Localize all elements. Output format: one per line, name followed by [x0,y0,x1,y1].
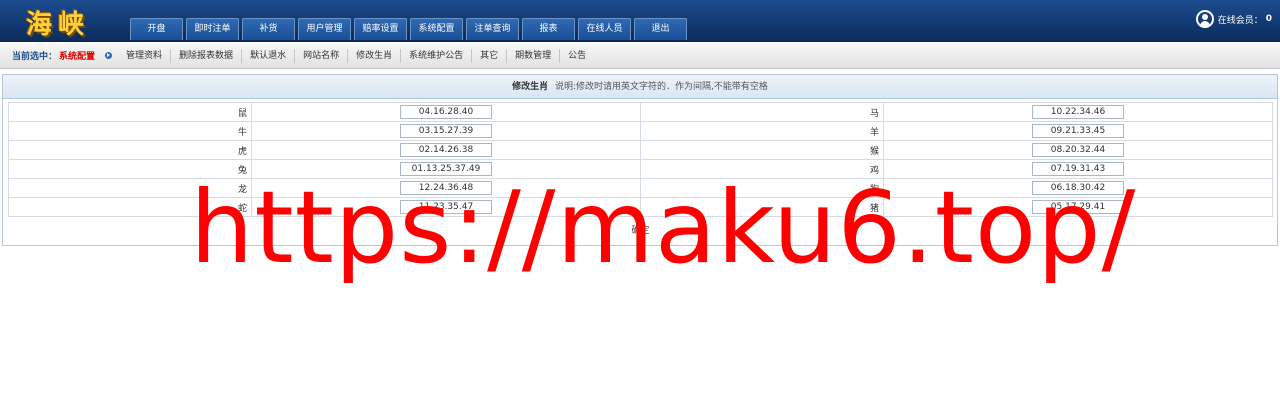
nav-logout[interactable]: 退出 [634,18,687,40]
nav-replenish[interactable]: 补货 [242,18,295,40]
zodiac-value-cell [251,178,641,198]
table-row: 虎猴 [8,140,1273,160]
zodiac-value-cell [883,140,1273,160]
table-row: 兔鸡 [8,159,1273,179]
zodiac-table: 鼠马牛羊虎猴兔鸡龙狗蛇猪 [8,102,1273,217]
nav-online-users[interactable]: 在线人员 [578,18,631,40]
zodiac-label: 狗 [640,178,884,198]
sub-item-other[interactable]: 其它 [472,48,508,63]
sub-item-default-rebate[interactable]: 默认退水 [242,48,296,63]
zodiac-value-cell [883,159,1273,179]
zodiac-label: 猴 [640,140,884,160]
zodiac-label: 鼠 [8,102,252,122]
edit-zodiac-panel: 修改生肖 说明:修改时请用英文字符的．作为间隔,不能带有空格 鼠马牛羊虎猴兔鸡龙… [2,74,1278,246]
panel-title: 修改生肖 [512,82,549,92]
sub-item-maintenance-notice[interactable]: 系统维护公告 [401,48,473,63]
zodiac-numbers-input[interactable] [400,124,492,138]
zodiac-label: 牛 [8,121,252,141]
zodiac-value-cell [251,102,641,122]
zodiac-numbers-input[interactable] [400,105,492,119]
sub-item-site-name[interactable]: 网站名称 [295,48,349,63]
sub-item-delete-report-data[interactable]: 删除报表数据 [171,48,243,63]
sub-item-admin-info[interactable]: 管理资料 [118,48,172,63]
zodiac-value-cell [883,102,1273,122]
nav-open-market[interactable]: 开盘 [130,18,183,40]
zodiac-label: 羊 [640,121,884,141]
online-count: 0 [1265,14,1272,24]
sub-item-announcement[interactable]: 公告 [560,49,594,63]
zodiac-numbers-input[interactable] [400,200,492,214]
site-logo: 海峡 [26,10,91,40]
zodiac-value-cell [251,121,641,141]
zodiac-label: 马 [640,102,884,122]
zodiac-numbers-input[interactable] [1032,181,1124,195]
nav-odds-settings[interactable]: 赔率设置 [354,18,407,40]
sub-nav-bar: 当前选中： 系统配置 管理资料 删除报表数据 默认退水 网站名称 修改生肖 系统… [0,43,1280,69]
nav-reports[interactable]: 报表 [522,18,575,40]
zodiac-numbers-input[interactable] [400,143,492,157]
top-header: 海峡 开盘 即时注单 补货 用户管理 赔率设置 系统配置 注单查询 报表 在线人… [0,0,1280,42]
table-row: 牛羊 [8,121,1273,141]
zodiac-numbers-input[interactable] [1032,143,1124,157]
zodiac-numbers-input[interactable] [1032,124,1124,138]
zodiac-numbers-input[interactable] [400,162,492,176]
online-label: 在线会员： [1217,15,1263,26]
zodiac-value-cell [251,159,641,179]
zodiac-label: 虎 [8,140,252,160]
zodiac-label: 兔 [8,159,252,179]
zodiac-value-cell [251,140,641,160]
zodiac-label: 猪 [640,197,884,217]
current-selection-label: 当前选中： [12,52,58,62]
table-row: 鼠马 [8,102,1273,122]
zodiac-value-cell [883,178,1273,198]
online-members: 在线会员： 0 [1195,10,1272,28]
current-selection-value: 系统配置 [59,52,96,62]
zodiac-label: 龙 [8,178,252,198]
zodiac-label: 鸡 [640,159,884,179]
panel-instructions: 说明:修改时请用英文字符的．作为间隔,不能带有空格 [554,82,768,92]
zodiac-numbers-input[interactable] [1032,200,1124,214]
nav-live-bets[interactable]: 即时注单 [186,18,239,40]
zodiac-value-cell [883,197,1273,217]
sub-item-edit-zodiac[interactable]: 修改生肖 [348,48,402,63]
nav-system-config[interactable]: 系统配置 [410,18,463,40]
user-avatar-icon [1195,10,1214,28]
confirm-button[interactable]: 确定 [631,223,649,236]
table-row: 蛇猪 [8,197,1273,217]
nav-user-management[interactable]: 用户管理 [298,18,351,40]
arrow-right-icon [105,52,113,59]
zodiac-numbers-input[interactable] [400,181,492,195]
zodiac-value-cell [251,197,641,217]
zodiac-numbers-input[interactable] [1032,105,1124,119]
zodiac-value-cell [883,121,1273,141]
panel-header: 修改生肖 说明:修改时请用英文字符的．作为间隔,不能带有空格 [3,75,1277,99]
zodiac-label: 蛇 [8,197,252,217]
sub-item-period-management[interactable]: 期数管理 [507,48,561,63]
table-row: 龙狗 [8,178,1273,198]
main-nav: 开盘 即时注单 补货 用户管理 赔率设置 系统配置 注单查询 报表 在线人员 退… [130,18,687,40]
confirm-row: 确定 [8,223,1273,239]
nav-bet-query[interactable]: 注单查询 [466,18,519,40]
zodiac-numbers-input[interactable] [1032,162,1124,176]
